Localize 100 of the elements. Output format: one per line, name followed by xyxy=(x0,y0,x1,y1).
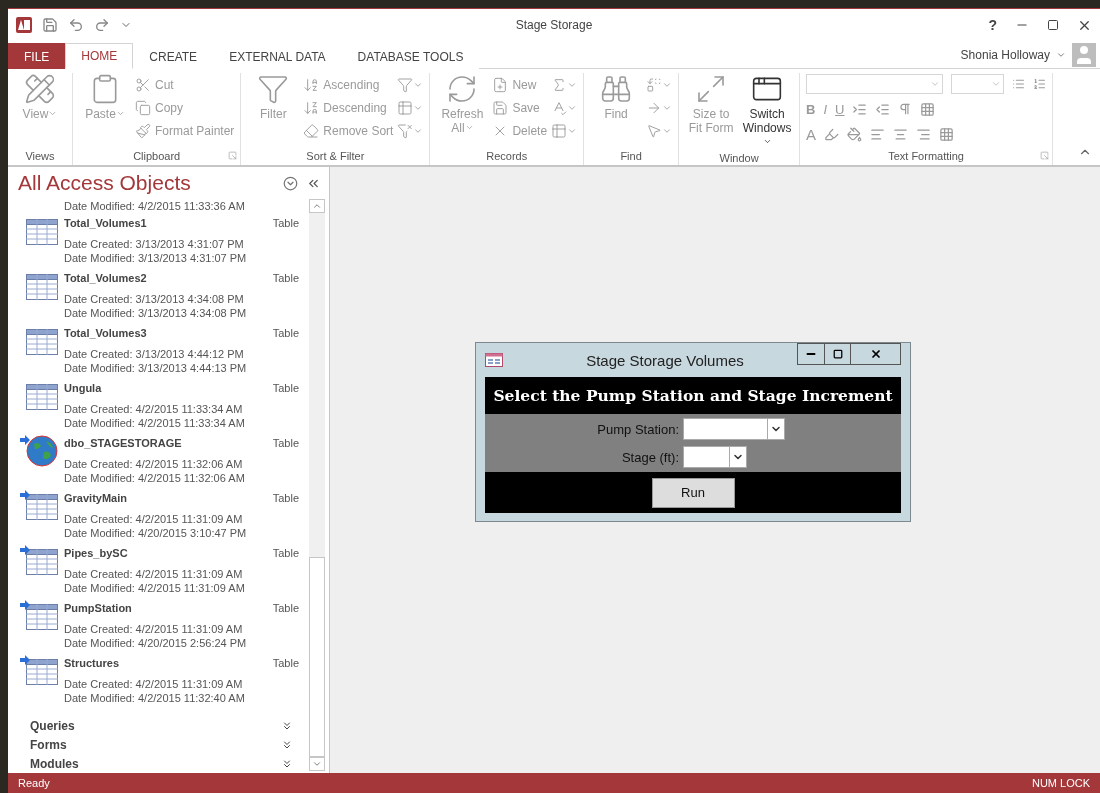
replace-icon xyxy=(646,77,663,93)
table-icon xyxy=(26,549,58,575)
save-icon[interactable] xyxy=(42,17,58,33)
nav-item[interactable]: Ungula Table Date Created: 4/2/2015 11:33:34 AM Date Modified: 4/2/2015 11:33:34 AM xyxy=(22,378,307,433)
file-tab[interactable]: FILE xyxy=(8,43,66,69)
nav-item[interactable]: dbo_STAGESTORAGE Table Date Created: 4/2/2015 11:32:06 AM Date Modified: 4/2/2015 11:32:06 AM xyxy=(22,433,307,488)
help-button[interactable]: ? xyxy=(988,17,997,33)
font-size-combo[interactable] xyxy=(951,74,1004,94)
user-name[interactable]: Shonia Holloway xyxy=(960,48,1050,62)
gridlines-icon[interactable] xyxy=(920,101,936,117)
paint-bucket-icon[interactable] xyxy=(847,126,863,142)
ruler-pencil-icon xyxy=(24,73,56,105)
bullets-icon[interactable] xyxy=(1011,77,1025,91)
num-lock-indicator: NUM LOCK xyxy=(1031,777,1090,789)
caret-icon xyxy=(662,126,673,136)
numbering-icon[interactable] xyxy=(1032,77,1047,91)
object-type: Table xyxy=(272,327,299,341)
maximize-icon[interactable] xyxy=(1047,19,1059,31)
nav-item[interactable]: Total_Volumes3 Table Date Created: 3/13/2013 4:44:12 PM Date Modified: 3/13/2013 4:44:13 PM xyxy=(22,323,307,378)
object-type: Table xyxy=(272,492,299,506)
font-name-combo[interactable] xyxy=(806,74,944,94)
nav-group-header[interactable]: Modules xyxy=(22,754,307,773)
align-left-icon[interactable] xyxy=(870,126,886,142)
object-type: Table xyxy=(272,547,299,561)
object-name: Total_Volumes1 xyxy=(64,217,147,231)
undo-icon[interactable] xyxy=(68,17,84,33)
align-center-icon[interactable] xyxy=(893,126,909,142)
align-right-icon[interactable] xyxy=(916,126,932,142)
caret-icon[interactable] xyxy=(1056,50,1066,60)
caret-icon xyxy=(413,80,424,90)
table-icon xyxy=(26,494,58,520)
run-button[interactable]: Run xyxy=(651,477,735,508)
sort-ascending-icon xyxy=(303,77,320,93)
expand-icon xyxy=(281,757,293,770)
field-label: Pump Station: xyxy=(596,421,679,437)
object-name: Total_Volumes3 xyxy=(64,327,147,341)
form-title: Stage Storage Volumes xyxy=(586,351,744,369)
table-icon xyxy=(397,100,414,116)
ribbon-tab[interactable]: HOME xyxy=(65,43,134,69)
combo-box[interactable] xyxy=(683,446,747,468)
caret-icon xyxy=(762,137,772,146)
dialog-launcher-icon[interactable] xyxy=(1040,151,1050,160)
caret-icon xyxy=(662,80,673,90)
object-name: Ungula xyxy=(64,382,102,396)
app-logo-icon xyxy=(16,17,32,33)
new-file-icon xyxy=(492,77,509,93)
outdent-icon[interactable] xyxy=(875,101,891,117)
eraser-icon xyxy=(303,123,320,139)
binoculars-icon xyxy=(600,73,633,105)
combo-box[interactable] xyxy=(683,418,785,440)
grid-icon[interactable] xyxy=(939,126,955,142)
dropdown-icon[interactable] xyxy=(283,175,298,191)
date-created: Date Created: 4/2/2015 11:31:09 AM xyxy=(64,567,244,581)
expand-icon xyxy=(281,719,293,732)
funnel-icon xyxy=(397,77,414,93)
scissors-icon xyxy=(135,77,151,93)
nav-item[interactable]: GravityMain Table Date Created: 4/2/2015 11:31:09 AM Date Modified: 4/20/2015 3:10:47 PM xyxy=(22,488,307,543)
table-icon xyxy=(26,219,58,245)
object-name: Total_Volumes2 xyxy=(64,272,147,286)
date-created: Date Created: 4/2/2015 11:31:09 AM xyxy=(64,512,244,526)
date-modified: Date Modified: 4/20/2015 2:56:24 PM xyxy=(64,636,248,650)
nav-group-header[interactable]: Queries xyxy=(22,716,307,735)
scroll-down-icon[interactable] xyxy=(312,759,322,769)
date-modified: Date Modified: 4/2/2015 11:31:09 AM xyxy=(64,581,246,595)
object-name: Pipes_bySC xyxy=(64,547,128,561)
nav-item[interactable]: Pipes_bySC Table Date Created: 4/2/2015 11:31:09 AM Date Modified: 4/2/2015 11:31:09 AM xyxy=(22,543,307,598)
scrollbar[interactable] xyxy=(309,199,325,771)
date-created: Date Created: 3/13/2013 4:31:07 PM xyxy=(64,237,245,251)
group-label: Clipboard xyxy=(133,149,181,164)
object-type: Table xyxy=(272,657,299,671)
date-created: Date Created: 4/2/2015 11:32:06 AM xyxy=(64,457,244,471)
indent-icon[interactable] xyxy=(852,101,868,117)
date-created: Date Created: 4/2/2015 11:31:09 AM xyxy=(64,677,244,691)
caret-icon xyxy=(48,109,58,118)
dialog-launcher-icon[interactable] xyxy=(228,151,238,160)
date-created: Date Created: 4/2/2015 11:31:09 AM xyxy=(64,622,244,636)
scroll-up-icon[interactable] xyxy=(312,201,322,211)
switch-windows-button[interactable]: Switch Windows xyxy=(741,73,794,149)
nav-item[interactable]: PumpStation Table Date Created: 4/2/2015 11:31:09 AM Date Modified: 4/20/2015 2:56:24 PM xyxy=(22,598,307,653)
nav-item[interactable]: Total_Volumes2 Table Date Created: 3/13/2013 4:34:08 PM Date Modified: 3/13/2013 4:34:08 PM xyxy=(22,268,307,323)
paintbrush-icon xyxy=(135,123,151,139)
object-name: dbo_STAGESTORAGE xyxy=(64,437,182,451)
caret-icon xyxy=(930,79,941,89)
object-name: Structures xyxy=(64,657,120,671)
redo-icon[interactable] xyxy=(94,17,110,33)
link-arrow-icon xyxy=(20,655,30,665)
object-name: GravityMain xyxy=(64,492,127,506)
form-icon xyxy=(485,353,503,367)
pilcrow-icon[interactable] xyxy=(898,102,913,116)
nav-group-header[interactable]: Forms xyxy=(22,735,307,754)
nav-item[interactable]: Total_Volumes1 Table Date Created: 3/13/2013 4:31:07 PM Date Modified: 3/13/2013 4:31:07 PM xyxy=(22,213,307,268)
highlighter-icon[interactable] xyxy=(824,126,840,142)
nav-pane-title[interactable]: All Access Objects xyxy=(18,171,191,195)
globe-icon xyxy=(26,435,58,467)
status-text: Ready xyxy=(18,777,50,789)
date-modified: Date Modified: 4/2/2015 11:33:36 AM xyxy=(63,199,246,213)
sort-descending-icon xyxy=(303,100,320,116)
nav-item[interactable]: Structures Table Date Created: 4/2/2015 11:31:09 AM Date Modified: 4/2/2015 11:32:40 AM xyxy=(22,653,307,708)
link-arrow-icon xyxy=(20,545,30,555)
caret-icon xyxy=(567,103,578,113)
